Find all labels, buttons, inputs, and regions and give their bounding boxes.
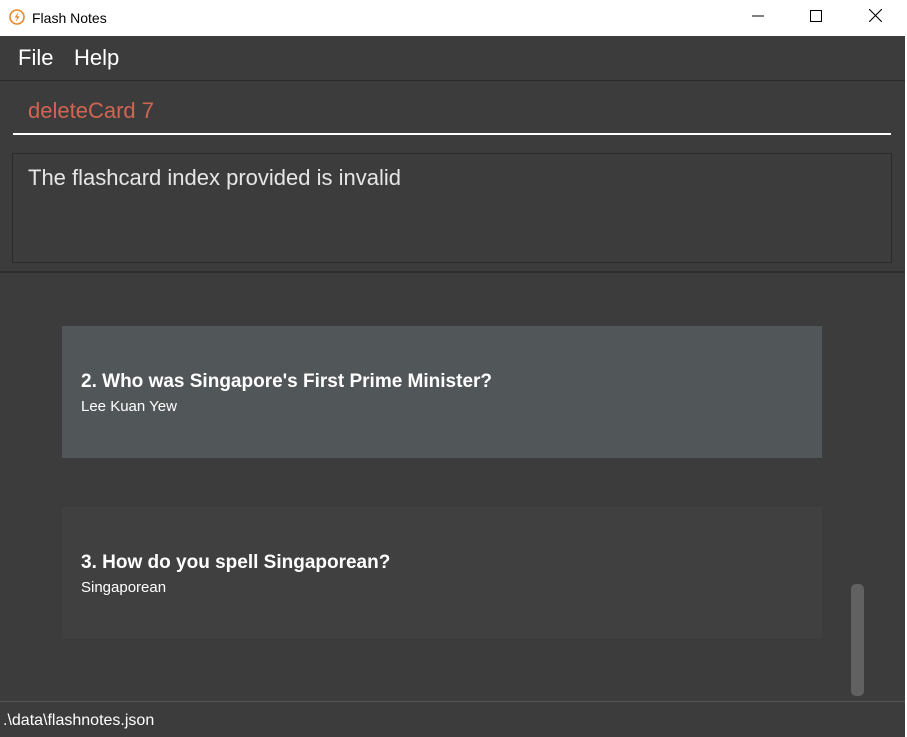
app-body: File Help The flashcard index provided i… [0, 36, 905, 737]
menu-bar: File Help [0, 36, 905, 81]
flashcard-list[interactable]: 2. Who was Singapore's First Prime Minis… [0, 273, 905, 701]
flashcard-item-2[interactable]: 2. Who was Singapore's First Prime Minis… [62, 326, 822, 458]
status-bar: .\data\flashnotes.json [0, 701, 905, 737]
minimize-icon [752, 9, 764, 27]
command-input[interactable] [13, 89, 891, 135]
result-display: The flashcard index provided is invalid [12, 153, 892, 263]
close-icon [868, 8, 882, 27]
result-display-panel: The flashcard index provided is invalid [0, 143, 905, 273]
flashcard-answer: Lee Kuan Yew [81, 398, 177, 415]
minimize-button[interactable] [729, 0, 787, 36]
close-button[interactable] [846, 0, 904, 36]
flashcard-index: 2. [81, 371, 97, 392]
list-scrollbar-thumb[interactable] [851, 584, 864, 696]
flashcard-question-text: Who was Singapore's First Prime Minister… [102, 371, 493, 392]
maximize-icon [810, 9, 822, 27]
menu-help[interactable]: Help [74, 45, 119, 71]
flashcard-item-3[interactable]: 3. How do you spell Singaporean? Singapo… [62, 507, 822, 639]
flashcard-question: 3. How do you spell Singaporean? [81, 551, 803, 575]
flashcard-question-text: How do you spell Singaporean? [102, 552, 391, 573]
flashcard-answer: Singaporean [81, 579, 167, 596]
app-window: Flash Notes File Help The flashcard inde [0, 0, 907, 737]
command-box [0, 81, 905, 143]
flash-notes-logo-icon [9, 9, 25, 25]
window-title: Flash Notes [32, 10, 107, 26]
title-bar[interactable]: Flash Notes [0, 0, 907, 36]
flashcard-index: 3. [81, 552, 97, 573]
save-location: .\data\flashnotes.json [3, 712, 155, 729]
maximize-button[interactable] [787, 0, 845, 36]
flashcard-question: 2. Who was Singapore's First Prime Minis… [81, 370, 803, 394]
menu-file[interactable]: File [18, 45, 53, 71]
